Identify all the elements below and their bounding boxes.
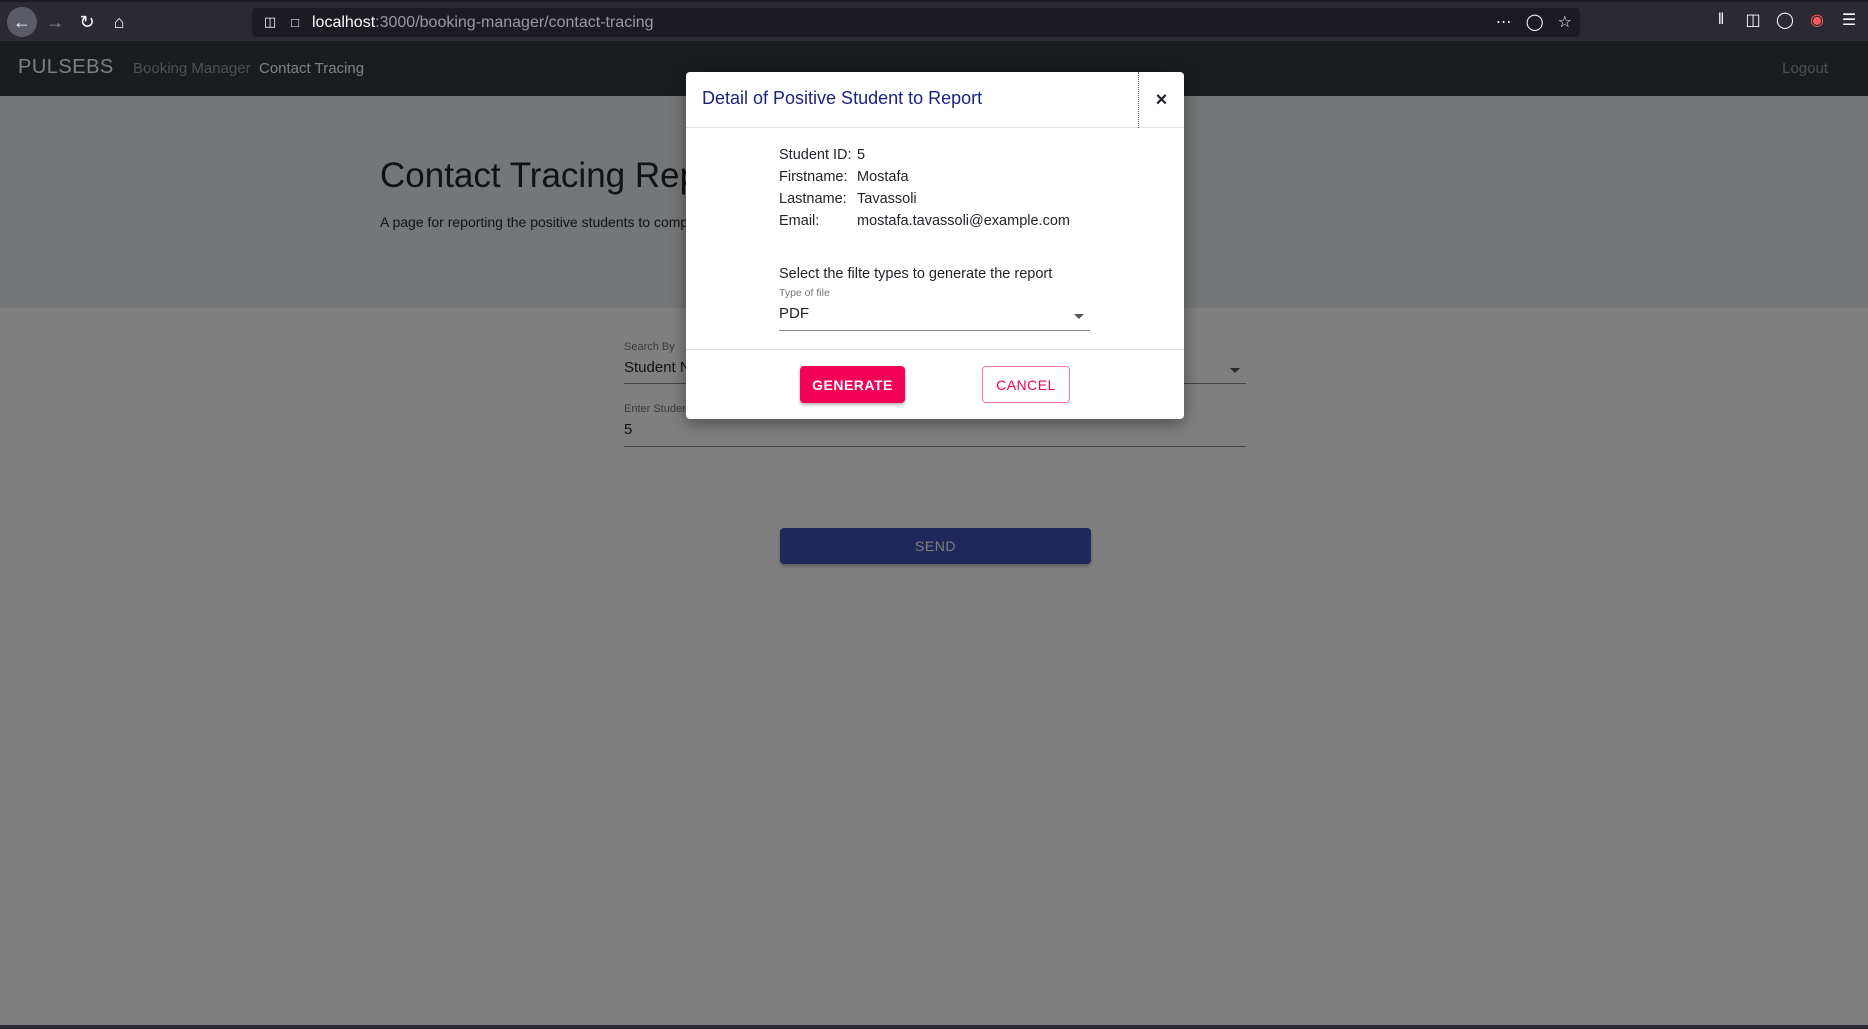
url-host: localhost: [312, 14, 376, 31]
report-dialog: Detail of Positive Student to Report × S…: [686, 72, 1184, 419]
detail-value: Tavassoli: [857, 191, 917, 207]
extension-icon[interactable]: ◉: [1808, 10, 1826, 30]
file-type-prompt: Select the filte types to generate the r…: [779, 266, 1053, 282]
bookmark-star-icon[interactable]: ☆: [1558, 12, 1572, 32]
tab-strip: [0, 0, 1868, 2]
dialog-title: Detail of Positive Student to Report: [702, 88, 983, 108]
detail-value: Mostafa: [857, 169, 909, 185]
browser-toolbar: ← → ↻ ⌂ ◫ □ localhost:3000/booking-manag…: [0, 0, 1868, 42]
cancel-button[interactable]: CANCEL: [982, 366, 1070, 403]
detail-student-id: Student ID: 5: [779, 147, 865, 163]
file-type-label: Type of file: [779, 287, 830, 299]
file-type-underline: [779, 330, 1090, 331]
close-icon[interactable]: ×: [1138, 72, 1184, 128]
detail-key: Lastname:: [779, 191, 847, 207]
more-actions-icon[interactable]: ⋯: [1496, 12, 1512, 32]
detail-lastname: Lastname: Tavassoli: [779, 191, 917, 207]
shield-icon[interactable]: ◫: [262, 14, 278, 30]
menu-icon[interactable]: ☰: [1840, 10, 1858, 30]
detail-value: mostafa.tavassoli@example.com: [857, 213, 1070, 229]
pocket-icon[interactable]: ◯: [1526, 12, 1544, 32]
file-type-select[interactable]: PDF: [779, 305, 809, 322]
dialog-body: Student ID: 5 Firstname: Mostafa Lastnam…: [686, 128, 1184, 350]
sidebar-icon[interactable]: ◫: [1744, 10, 1762, 30]
home-icon[interactable]: ⌂: [104, 7, 134, 37]
file-type-caret-icon[interactable]: [1074, 314, 1084, 319]
dialog-footer: GENERATE CANCEL: [686, 349, 1184, 419]
url-bar[interactable]: ◫ □ localhost:3000/booking-manager/conta…: [252, 8, 1580, 37]
library-icon[interactable]: ‖: [1712, 10, 1730, 30]
url-text[interactable]: localhost:3000/booking-manager/contact-t…: [312, 14, 654, 32]
detail-firstname: Firstname: Mostafa: [779, 169, 909, 185]
page-icon: □: [291, 14, 299, 30]
detail-key: Email:: [779, 213, 820, 229]
window-bottom-edge: [0, 1025, 1868, 1029]
detail-key: Student ID:: [779, 147, 852, 163]
url-path: :3000/booking-manager/contact-tracing: [375, 14, 654, 31]
dialog-header: Detail of Positive Student to Report ×: [686, 72, 1184, 128]
reload-icon[interactable]: ↻: [72, 7, 102, 37]
generate-button[interactable]: GENERATE: [800, 366, 905, 403]
detail-value: 5: [857, 147, 866, 163]
back-icon[interactable]: ←: [7, 7, 37, 37]
account-icon[interactable]: ◯: [1776, 10, 1794, 30]
forward-icon[interactable]: →: [40, 7, 70, 37]
detail-key: Firstname:: [779, 169, 848, 185]
detail-email: Email: mostafa.tavassoli@example.com: [779, 213, 1070, 229]
